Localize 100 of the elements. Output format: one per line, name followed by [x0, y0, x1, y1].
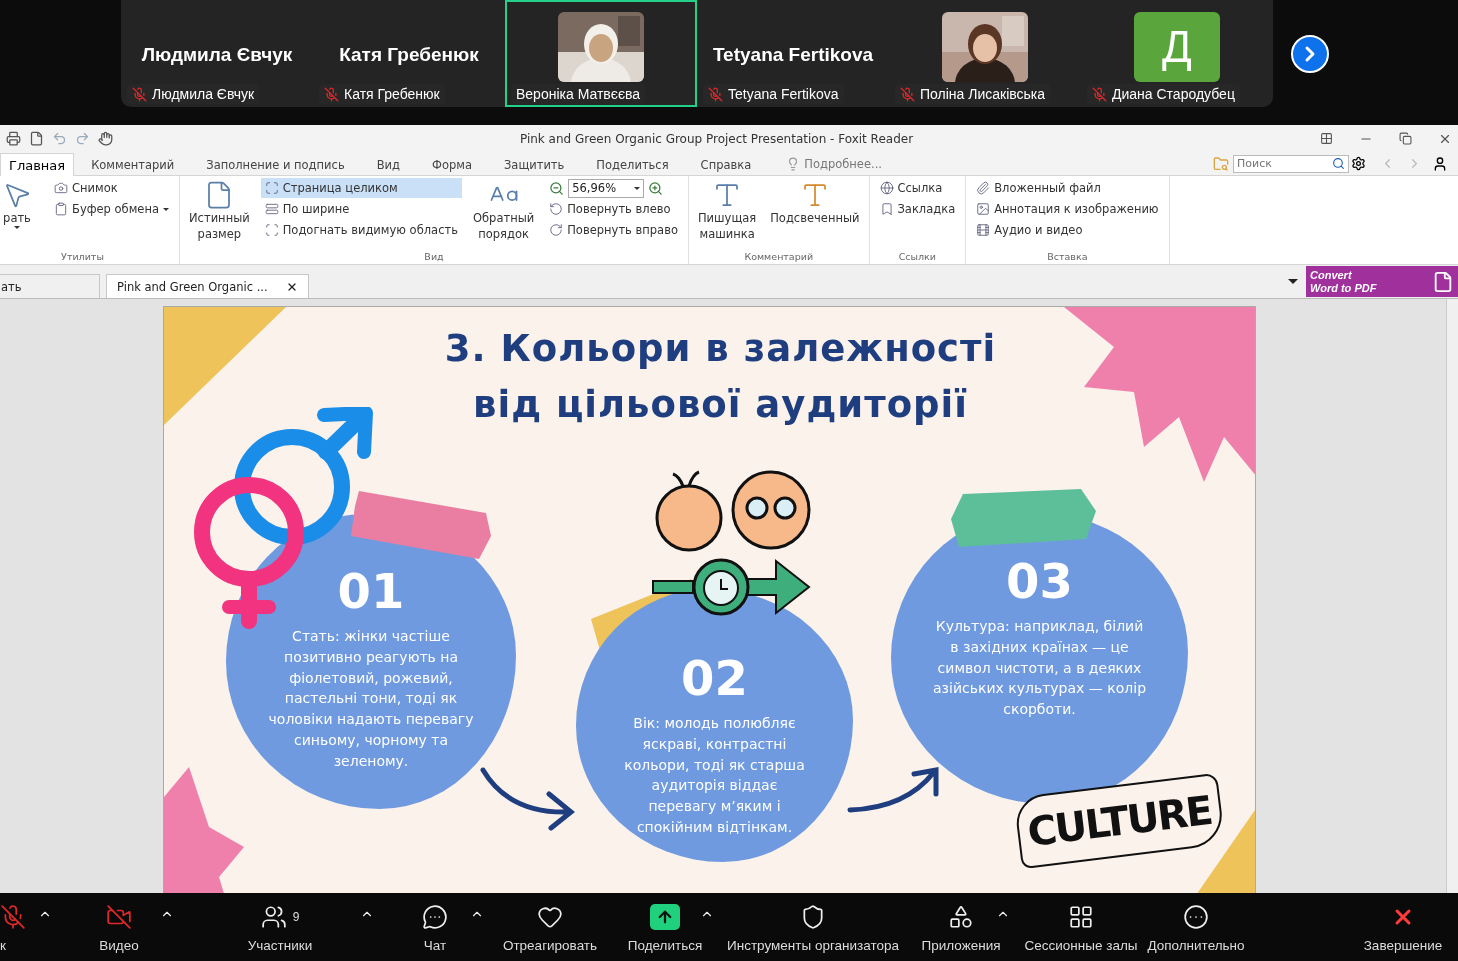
menu-tab[interactable]: Поделиться [587, 153, 678, 176]
document-tab[interactable]: ать [0, 274, 100, 298]
user-icon[interactable] [1432, 155, 1448, 172]
ribbon-button[interactable]: Обратный порядок [469, 178, 538, 251]
participant-label-text: Поліна Лисаківська [920, 86, 1046, 102]
group-label: Вставка [1046, 251, 1089, 264]
dropdown-arrow-icon [634, 186, 641, 190]
document-icon[interactable] [29, 131, 44, 146]
male-symbol-icon [234, 407, 373, 545]
tool-icon [549, 202, 564, 216]
toolbar-button[interactable]: Приложения [906, 893, 1016, 961]
participant-tile[interactable]: Людмила Євчук Людмила Євчук [121, 0, 313, 107]
participant-tile[interactable]: Поліна Лисаківська [889, 0, 1081, 107]
menu-tab[interactable]: Справка [691, 153, 761, 176]
print-icon[interactable] [6, 131, 21, 146]
menu-tab[interactable]: Главная [0, 153, 75, 176]
ribbon-button[interactable]: Ссылка [875, 178, 960, 198]
ribbon-button[interactable]: Снимок [50, 178, 173, 198]
slide-title: від цільової аудиторії [473, 382, 968, 428]
hand-icon[interactable] [98, 131, 113, 146]
zoom-out-icon[interactable] [549, 180, 565, 196]
card-number: 01 [337, 564, 405, 618]
tool-icon [264, 202, 279, 216]
ribbon-button[interactable]: Подсвеченный [767, 178, 863, 251]
menu-tab[interactable]: Защитить [494, 153, 574, 176]
card-text: Стать: жінки частіше позитивно реагують на фіолетовий, рожевий, пастельні тони, тоді як чоловіки надають перевагу синьому, чорному та зеленому. [267, 627, 475, 771]
next-page-button[interactable] [1291, 35, 1329, 73]
toolbar-button[interactable]: Чат [380, 893, 490, 961]
group-label: Ссылки [897, 251, 938, 264]
slide-title: 3. Кольори в залежності [444, 326, 997, 372]
video-off-icon [106, 903, 132, 930]
zoom-field[interactable]: 56,96% [568, 178, 645, 198]
ribbon-button[interactable]: Подогнать видимую область [260, 220, 462, 240]
participant-tile[interactable]: Катя Гребенюк Катя Гребенюк [313, 0, 505, 107]
participant-tile[interactable]: Вероніка Матвєєва [505, 0, 697, 107]
fullscreen-icon[interactable] [1320, 132, 1333, 145]
card-text: Вік: молодь полюбляє яскраві, контрастні кольори, тоді як старша аудиторія віддає перевагу м’яким і спокійним відтінкам. [623, 714, 806, 837]
participant-tile[interactable]: Tetyana Fertikova Tetyana Fertikova [697, 0, 889, 107]
ribbon-button[interactable]: Закладка [875, 199, 960, 219]
toolbar-button[interactable]: Сессионные залы [1016, 893, 1146, 961]
participant-name: Tetyana Fertikova [712, 44, 874, 66]
tool-icon [549, 223, 564, 237]
group-label: Комментарий [743, 251, 815, 264]
tool-icon [976, 223, 991, 237]
toolbar-button[interactable]: Инструменты организатора [720, 893, 906, 961]
search-field[interactable]: Поиск [1233, 154, 1349, 173]
restore-icon[interactable] [1399, 132, 1412, 145]
settings-icon[interactable] [1351, 156, 1366, 171]
scrollbar[interactable] [1446, 299, 1458, 893]
menu-tab[interactable]: Комментарий [82, 153, 184, 176]
muted-mic-icon [324, 86, 339, 102]
ribbon-button[interactable]: Повернуть влево [545, 199, 682, 219]
share-screen-icon [650, 903, 680, 930]
dropdown-arrow-icon[interactable] [1288, 279, 1298, 284]
ribbon-button[interactable]: Истинный размер [186, 178, 253, 251]
ribbon-button[interactable]: Аннотация к изображению [972, 199, 1163, 219]
card-text: Культура: наприклад, білий в західних країнах — це символ чистоти, а в деяких азійських культурах — колір скорботи. [932, 617, 1147, 720]
toolbar-button[interactable]: Видео [58, 893, 180, 961]
muted-mic-icon [708, 86, 723, 102]
toolbar-button[interactable]: Отреагировать [490, 893, 610, 961]
menu-tab[interactable]: Вид [367, 153, 409, 176]
zoom-in-icon[interactable] [648, 180, 664, 196]
card-number: 03 [1006, 554, 1073, 608]
chat-icon [422, 903, 448, 930]
toolbar-button[interactable]: Дополнительно [1146, 893, 1246, 961]
toolbar-button[interactable]: к [0, 893, 58, 961]
convert-banner[interactable]: Convert Word to PDF [1306, 266, 1458, 297]
toolbar-button[interactable]: 9 Участники [180, 893, 380, 961]
participant-label-text: Вероніка Матвєєва [516, 86, 641, 102]
window-title: Pink and Green Organic Group Project Presentation - Foxit Reader [518, 131, 915, 146]
apps-icon [948, 903, 974, 930]
ribbon-button[interactable]: Страница целиком [260, 178, 462, 198]
ribbon-button[interactable]: Аудио и видео [972, 220, 1163, 240]
muted-mic-icon [132, 86, 147, 102]
mic-off-icon [0, 903, 26, 930]
grid-icon [1068, 903, 1094, 930]
toolbar-button[interactable]: Поделиться [610, 893, 720, 961]
group-label: Вид [423, 251, 445, 264]
ribbon-button[interactable]: Вложенный файл [972, 178, 1163, 198]
participant-label-text: Катя Гребенюк [344, 86, 440, 102]
more-icon [1183, 903, 1209, 930]
participant-label-text: Людмила Євчук [152, 86, 255, 102]
tool-icon [264, 181, 279, 195]
participant-tile[interactable]: Д Диана Стародубец [1081, 0, 1273, 107]
menu-tab[interactable]: Заполнение и подпись [197, 153, 354, 176]
ribbon-button[interactable]: Буфер обмена [50, 199, 173, 219]
document-tab[interactable]: Pink and Green Organic ... [106, 274, 309, 298]
curved-arrow-icon [479, 764, 576, 832]
participant-count: 9 [292, 909, 300, 924]
end-meeting-button[interactable]: Завершение [1348, 893, 1458, 961]
menu-tab[interactable]: Форма [423, 153, 481, 176]
participant-name: Катя Гребенюк [339, 44, 479, 66]
group-label: Утилиты [60, 251, 105, 264]
ribbon-button[interactable]: Пишущая машинка [694, 178, 760, 251]
tell-me-link[interactable]: Подробнее... [804, 156, 882, 171]
ribbon-button[interactable]: Повернуть вправо [545, 220, 682, 240]
female-symbol-icon [194, 477, 304, 629]
ribbon-button[interactable]: По ширине [260, 199, 462, 219]
tool-icon [976, 181, 991, 195]
ribbon-button[interactable]: рать [0, 178, 42, 251]
